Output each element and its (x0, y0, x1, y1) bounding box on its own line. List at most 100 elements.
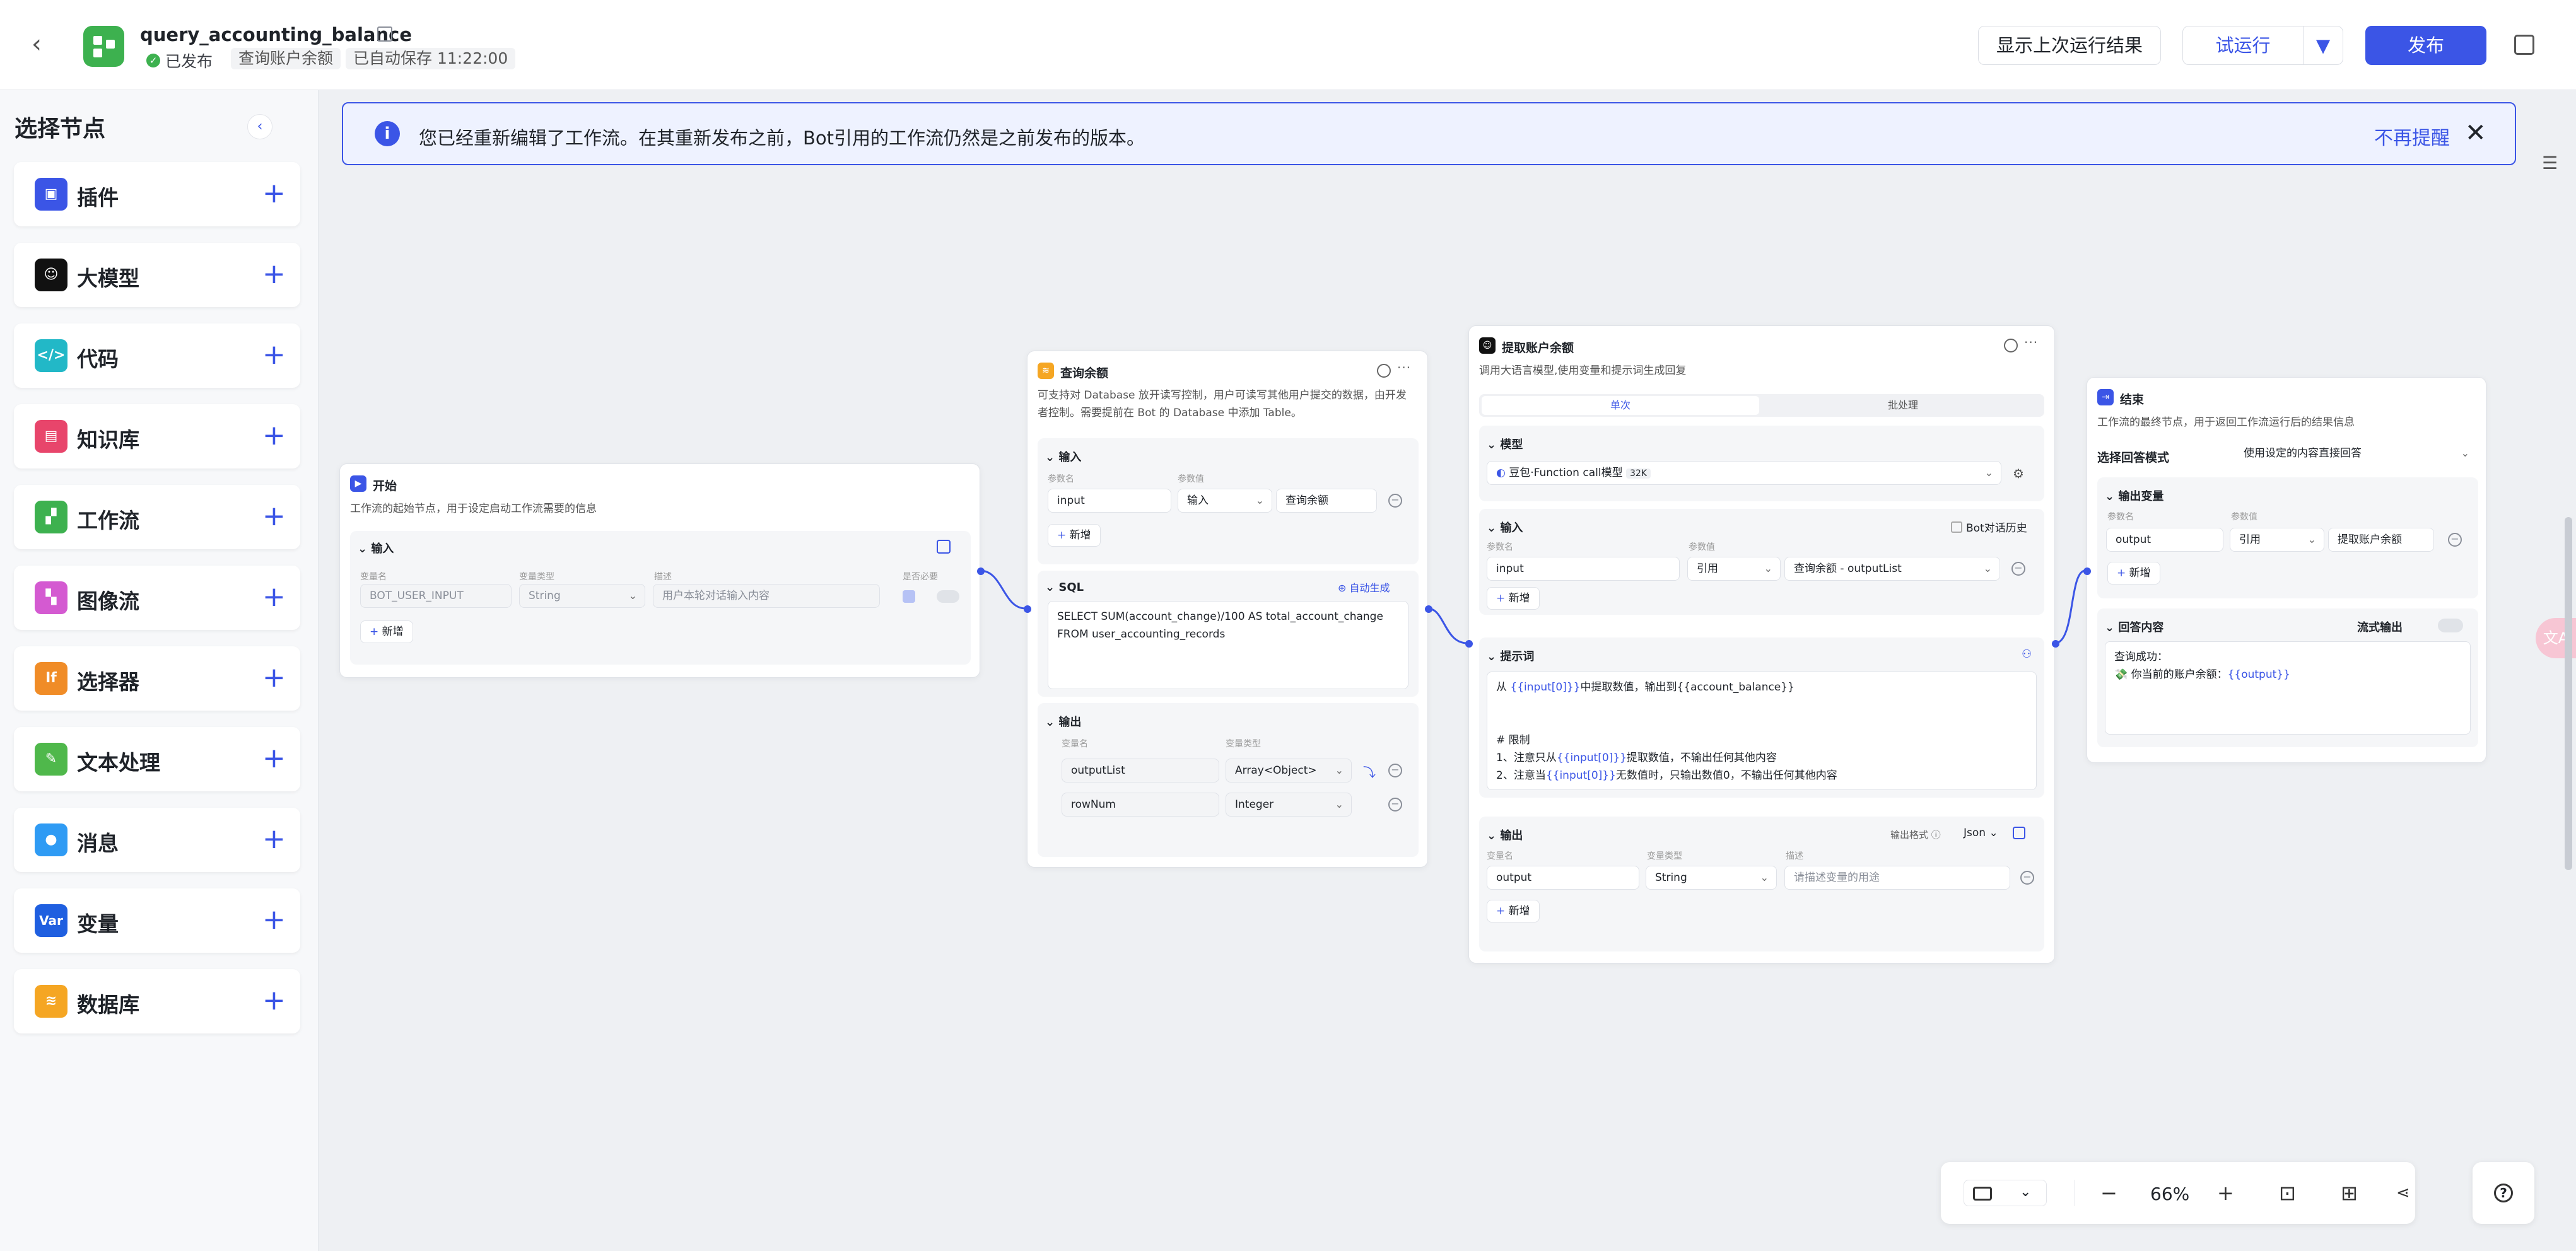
sql-editor[interactable]: SELECT SUM(account_change)/100 AS total_… (1048, 601, 1408, 689)
run-node-icon[interactable] (2004, 339, 2018, 352)
import-icon[interactable] (2013, 827, 2025, 839)
input-port[interactable] (1024, 605, 1031, 613)
start-node[interactable]: ▶ 开始 工作流的起始节点，用于设定启动工作流需要的信息 ⌄ 输入 变量名 变量… (339, 463, 985, 678)
reference-select[interactable]: 查询余额 - outputList ⌄ (1784, 557, 2000, 581)
prompt-line: 2、注意当{{input[0]}}无数值时，只输出数值0，不输出任何其他内容 (1496, 769, 1837, 782)
tab-batch[interactable]: 批处理 (1764, 396, 2042, 415)
answer-editor[interactable]: 查询成功： 💸 你当前的账户余额：{{output}} (2105, 641, 2471, 735)
prompt-library-icon[interactable]: ⚇ (2022, 648, 2032, 661)
col-header: 参数名 (1048, 474, 1074, 484)
add-variable-button[interactable]: + 新增 (360, 620, 413, 643)
output-desc-input[interactable]: 请描述变量的用途 (1784, 866, 2010, 890)
help-icon: ? (2494, 1184, 2513, 1202)
col-header: 变量类型 (1647, 851, 1682, 861)
auto-generate-button[interactable]: ⊕ 自动生成 (1338, 579, 1390, 595)
add-child-icon[interactable]: ⤵ (1363, 762, 1376, 781)
var-desc-input[interactable]: 用户本轮对话输入内容 (653, 584, 880, 608)
reference-select[interactable]: 提取账户余额 (2328, 528, 2434, 552)
stream-output-label: 流式输出 (2357, 621, 2403, 634)
output-format-select[interactable]: Json ⌄ (1964, 827, 1998, 839)
output-port[interactable] (1425, 605, 1432, 613)
prompt-editor[interactable]: 从 {{input[0]}}中提取数值，输出到{{account_balance… (1487, 672, 2037, 790)
model-settings-icon[interactable]: ⚙ (2013, 466, 2024, 481)
help-button[interactable]: ? (2473, 1162, 2534, 1224)
required-checkbox[interactable] (903, 590, 915, 603)
param-name-input[interactable]: input (1048, 489, 1171, 513)
end-node[interactable]: ⇥ 结束 工作流的最终节点，用于返回工作流运行后的结果信息 选择回答模式 使用设… (2083, 377, 2486, 763)
start-node-icon: ▶ (350, 475, 366, 492)
param-name-input[interactable]: output (2106, 528, 2223, 552)
remove-icon[interactable]: − (1388, 798, 1402, 812)
llm-icon: ☺ (1479, 337, 1496, 354)
col-header: 是否必要 (903, 572, 938, 582)
more-options-icon[interactable]: ··· (2024, 335, 2038, 350)
add-param-button[interactable]: + 新增 (1487, 587, 1540, 610)
zoom-in-icon[interactable]: + (2217, 1180, 2234, 1206)
llm-input-section: ⌄ 输入 Bot对话历史 参数名 参数值 input 引用 ⌄ 查询余额 - ou… (1479, 509, 2044, 615)
bot-history-checkbox[interactable]: Bot对话历史 (1951, 519, 2027, 535)
zoom-level: 66% (2150, 1184, 2190, 1204)
input-port[interactable] (2083, 567, 2091, 575)
answer-mode-select[interactable]: 使用设定的内容直接回答 ⌄ (2235, 442, 2477, 466)
section-title: ⌄ 输入 (1487, 521, 1523, 535)
value-mode-select[interactable]: 输入 ⌄ (1178, 489, 1272, 513)
context-badge: 32K (1625, 468, 1651, 479)
output-name-input[interactable]: output (1487, 866, 1639, 890)
stream-toggle[interactable] (2438, 619, 2463, 632)
var-type-select[interactable]: String ⌄ (519, 584, 645, 608)
col-header: 描述 (654, 572, 672, 582)
database-node[interactable]: ≋ 查询余额 ··· 可支持对 Database 放开读写控制，用户可读写其他用… (1024, 351, 1432, 868)
value-mode-select[interactable]: 引用 ⌄ (2230, 528, 2324, 552)
section-title: ⌄ 输出变量 (2105, 490, 2164, 503)
remove-icon[interactable]: − (2011, 562, 2025, 576)
node-desc: 调用大语言模型,使用变量和提示词生成回复 (1479, 364, 1687, 377)
param-name-input[interactable]: input (1487, 557, 1680, 581)
zoom-out-icon[interactable]: − (2100, 1180, 2117, 1206)
remove-icon[interactable]: − (2020, 871, 2034, 885)
run-node-icon[interactable] (1377, 364, 1391, 378)
remove-icon[interactable]: − (2448, 533, 2462, 547)
remove-icon[interactable]: − (1388, 494, 1402, 508)
fit-view-icon[interactable]: ⊡ (2279, 1180, 2296, 1206)
section-title: ⌄ 输入 (1045, 451, 1082, 464)
node-title: 结束 (2120, 393, 2145, 407)
more-options-icon[interactable]: ··· (1397, 360, 1411, 375)
output-port[interactable] (2052, 640, 2059, 648)
output-type-select[interactable]: Array<Object> ⌄ (1226, 759, 1352, 783)
model-select[interactable]: ◐ 豆包·Function call模型 32K ⌄ (1487, 461, 2001, 485)
layout-mode-select[interactable]: ⌄ (1964, 1180, 2047, 1206)
section-title: ⌄ 模型 (1487, 438, 1523, 451)
llm-output-section: ⌄ 输出 输出格式 ⓘ Json ⌄ 变量名 变量类型 描述 output St… (1479, 817, 2044, 951)
node-title: 提取账户余额 (1502, 341, 1574, 355)
add-variable-button[interactable]: + 新增 (2107, 562, 2160, 585)
add-param-button[interactable]: + 新增 (1048, 524, 1101, 547)
value-mode-select[interactable]: 引用 ⌄ (1687, 557, 1781, 581)
edge-llm-end (2054, 569, 2086, 644)
var-name-input[interactable]: BOT_USER_INPUT (360, 584, 512, 608)
param-value-input[interactable]: 查询余额 (1276, 489, 1377, 513)
output-name-input[interactable]: rowNum (1062, 793, 1219, 817)
minimap-icon[interactable]: ⊞ (2341, 1180, 2358, 1206)
end-output-section: ⌄ 输出变量 参数名 参数值 output 引用 ⌄ 提取账户余额 − + 新增 (2097, 477, 2478, 598)
sql-section: ⌄ SQL ⊕ 自动生成 SELECT SUM(account_change)/… (1038, 571, 1419, 697)
col-header: 参数值 (1178, 474, 1204, 484)
llm-node[interactable]: ☺ 提取账户余额 ··· 调用大语言模型,使用变量和提示词生成回复 单次 批处理… (1465, 325, 2059, 963)
remove-icon[interactable]: − (1388, 764, 1402, 777)
input-port[interactable] (1465, 640, 1473, 648)
tab-single[interactable]: 单次 (1482, 396, 1759, 415)
canvas-toolbar: ⌄ − 66% + ⊡ ⊞ ⋖ (1941, 1162, 2415, 1224)
output-type-select[interactable]: String ⌄ (1646, 866, 1777, 890)
edge-db-llm (1427, 607, 1468, 644)
doubao-icon: ◐ (1496, 467, 1506, 479)
output-name-input[interactable]: outputList (1062, 759, 1219, 783)
import-icon[interactable] (937, 540, 951, 554)
col-header: 参数名 (1487, 542, 1513, 552)
auto-layout-icon[interactable]: ⋖ (2396, 1180, 2410, 1206)
col-header: 描述 (1786, 851, 1803, 861)
add-output-button[interactable]: + 新增 (1487, 900, 1540, 922)
vertical-scrollbar[interactable] (2565, 517, 2572, 870)
output-port[interactable] (977, 567, 985, 575)
output-type-select[interactable]: Integer ⌄ (1226, 793, 1352, 817)
toggle-switch[interactable] (937, 590, 959, 603)
answer-line: 查询成功： (2114, 651, 2168, 663)
